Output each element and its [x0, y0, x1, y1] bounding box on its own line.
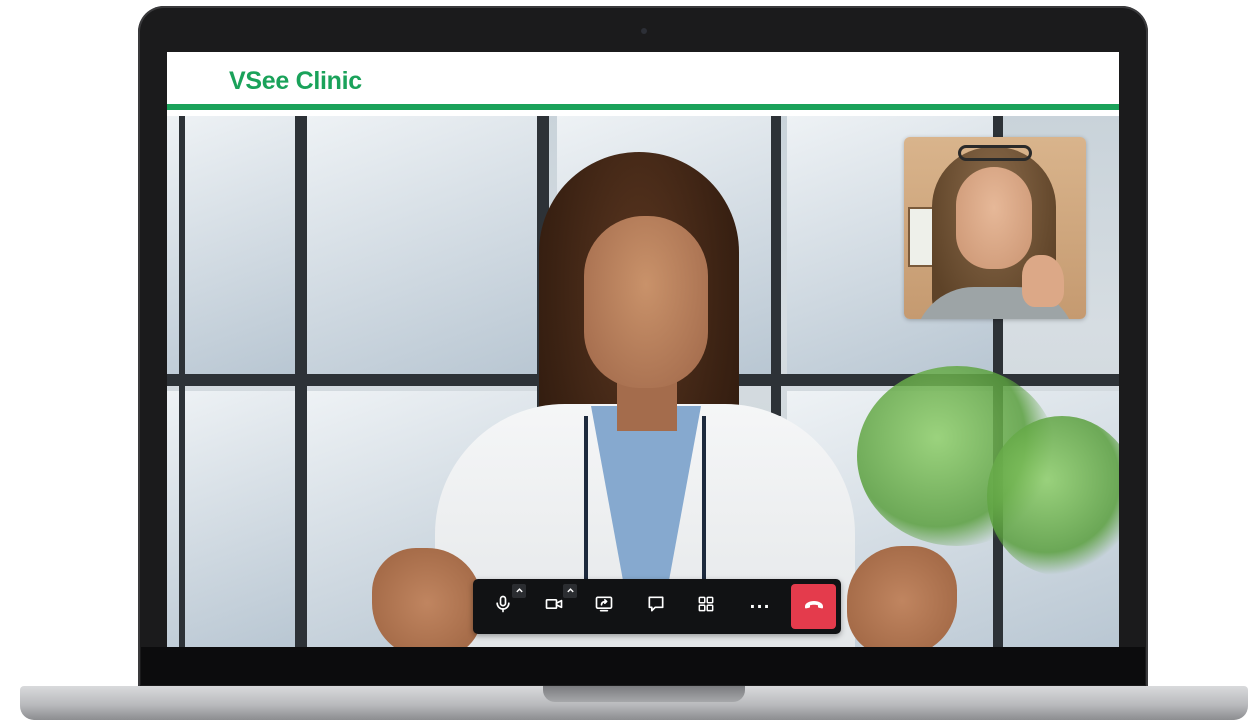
patient-hand	[1022, 255, 1064, 307]
lid-notch	[543, 686, 745, 702]
app-screen: VSee Clinic ···	[167, 52, 1119, 647]
stethoscope	[702, 416, 728, 606]
chat-button[interactable]	[633, 579, 679, 634]
chevron-up-icon	[515, 582, 524, 600]
background-window	[167, 116, 297, 376]
screen-share-button[interactable]	[581, 579, 627, 634]
call-controls-bar: ···	[473, 579, 841, 634]
video-camera-icon	[544, 594, 564, 619]
chat-icon	[646, 594, 666, 619]
webcam	[641, 28, 647, 34]
microphone-menu-toggle[interactable]	[512, 584, 526, 598]
patient-face	[956, 167, 1032, 269]
app-header: VSee Clinic	[167, 52, 1119, 110]
grid-icon	[696, 594, 716, 619]
self-view-video[interactable]	[904, 137, 1086, 319]
microphone-icon	[493, 594, 513, 619]
camera-menu-toggle[interactable]	[563, 584, 577, 598]
end-call-button[interactable]	[791, 584, 836, 629]
doctor-hand	[847, 546, 957, 647]
background-window	[307, 116, 547, 376]
more-dots-icon: ···	[749, 597, 771, 616]
hang-up-icon	[802, 592, 826, 621]
screen-bezel	[141, 647, 1145, 685]
patient-glasses	[958, 145, 1032, 161]
doctor-hand	[372, 548, 482, 647]
doctor-face	[584, 216, 708, 388]
layout-button[interactable]	[683, 579, 729, 634]
screen-share-icon	[594, 594, 614, 619]
stethoscope	[562, 416, 588, 606]
more-button[interactable]: ···	[737, 579, 783, 634]
brand-logo: VSee Clinic	[229, 67, 362, 95]
window-frame	[771, 116, 781, 416]
chevron-up-icon	[566, 582, 575, 600]
background-window	[167, 391, 297, 647]
